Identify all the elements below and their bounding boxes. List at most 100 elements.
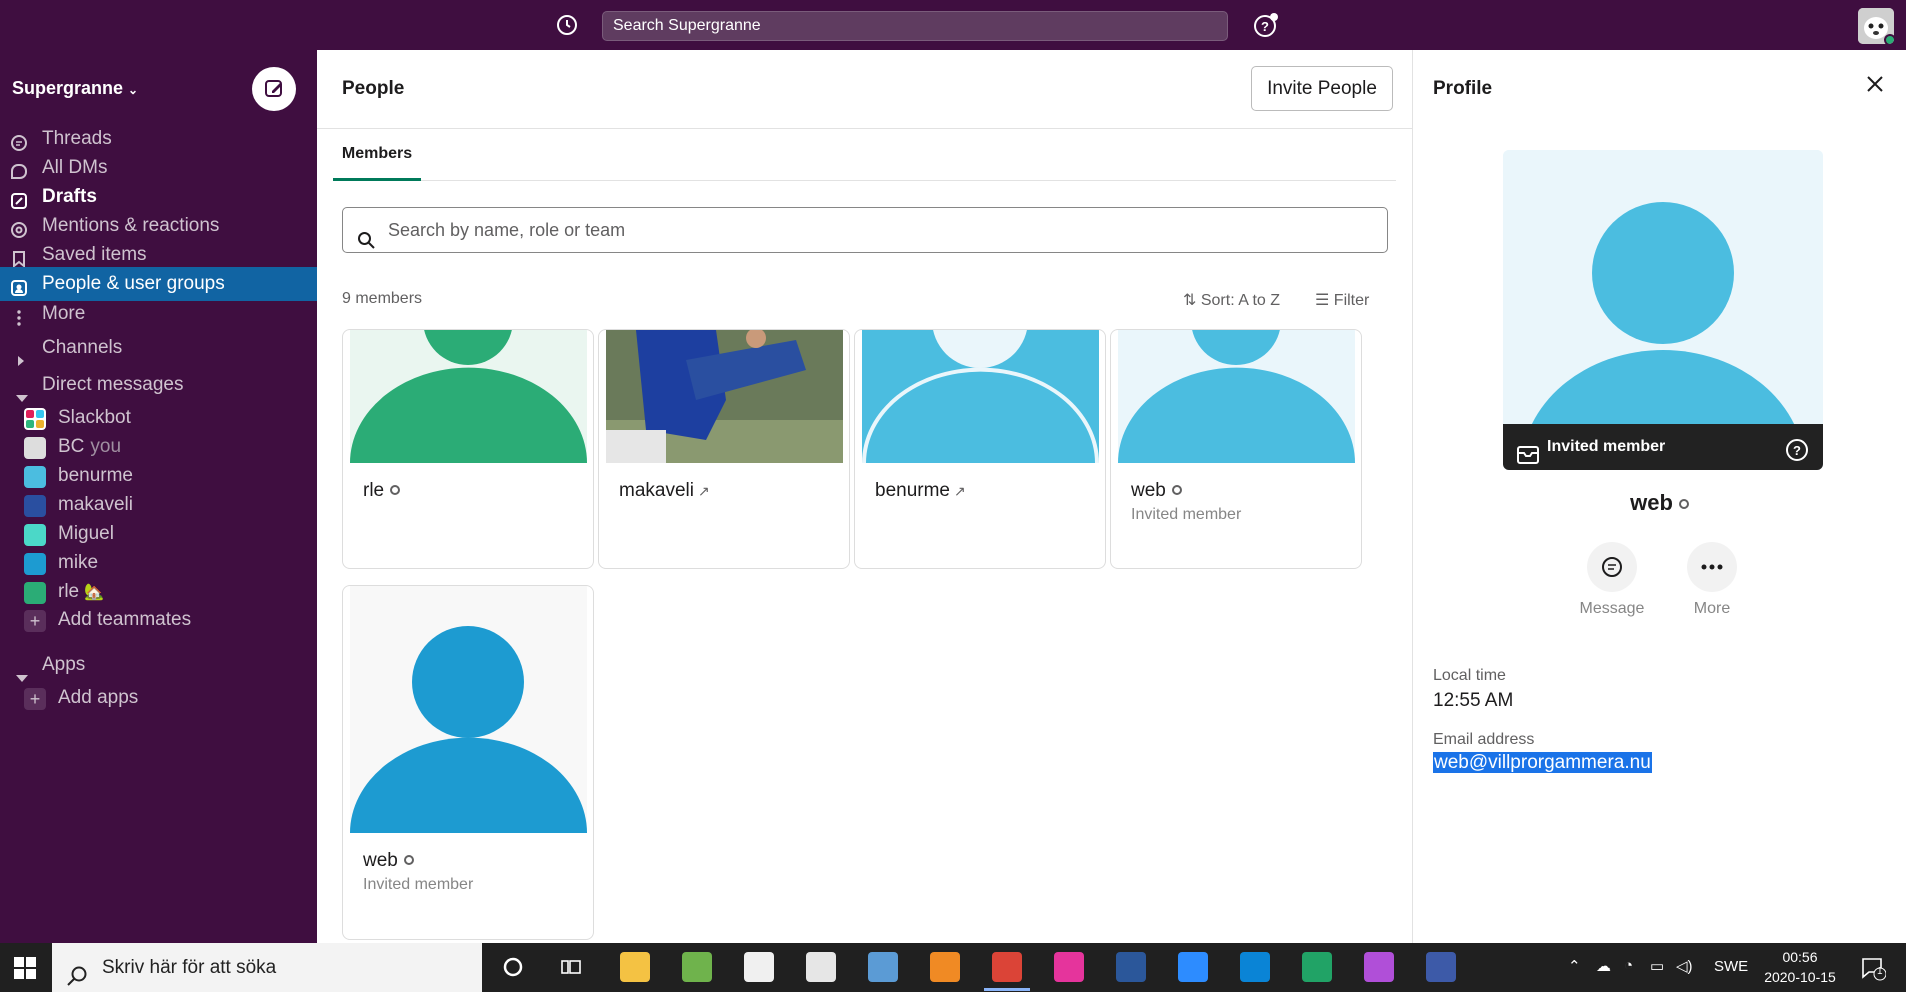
battery-icon[interactable]: ▭ <box>1650 957 1664 975</box>
edge-icon[interactable] <box>1240 952 1270 982</box>
member-search-input[interactable]: Search by name, role or team <box>342 207 1388 253</box>
history-icon[interactable] <box>555 13 579 42</box>
zoom-icon[interactable] <box>1178 952 1208 982</box>
app-icon-5[interactable] <box>1426 952 1456 982</box>
message-label: Message <box>1579 600 1645 617</box>
member-avatar-image <box>606 330 843 463</box>
profile-panel: Profile Invited member ? web Message Mor… <box>1413 50 1906 943</box>
sidebar-item-people[interactable]: People & user groups <box>0 267 317 301</box>
app-icon-1[interactable] <box>682 952 712 982</box>
member-avatar-image <box>350 330 587 463</box>
invite-people-button[interactable]: Invite People <box>1251 66 1393 111</box>
member-avatar-image <box>1118 330 1355 463</box>
file-explorer-icon[interactable] <box>620 952 650 982</box>
cortana-icon[interactable] <box>498 952 528 982</box>
workspace-name[interactable]: Supergranne ⌄ <box>12 78 138 99</box>
member-name: benurme ↗ <box>875 480 966 501</box>
language-indicator[interactable]: SWE <box>1714 958 1748 975</box>
member-card[interactable]: makaveli ↗ <box>598 329 850 569</box>
taskbar-search-input[interactable]: Skriv här för att söka <box>52 943 482 992</box>
dms-section-toggle[interactable]: Direct messages <box>0 368 317 402</box>
external-link-icon: ↗ <box>697 483 710 499</box>
plus-icon: + <box>24 610 46 632</box>
member-name: rle <box>363 480 401 502</box>
away-status-icon <box>1678 499 1689 509</box>
notification-icon[interactable]: 1 <box>1860 955 1887 986</box>
search-icon <box>66 957 88 1006</box>
volume-icon[interactable]: ◁) <box>1676 957 1693 975</box>
excel-icon[interactable] <box>1302 952 1332 982</box>
email-label: Email address <box>1433 731 1535 748</box>
slackbot-avatar <box>24 408 46 430</box>
makaveli-avatar <box>24 495 46 517</box>
wamp-icon[interactable] <box>1054 952 1084 982</box>
local-time-value: 12:55 AM <box>1433 690 1514 711</box>
away-status-icon <box>390 485 401 495</box>
windows-start-button[interactable] <box>0 943 52 992</box>
online-status-dot <box>1884 34 1894 44</box>
member-card[interactable]: web Invited member <box>1110 329 1362 569</box>
add-apps-button[interactable]: + Add apps <box>0 681 317 715</box>
onedrive-icon[interactable]: ☁ <box>1596 957 1611 975</box>
rle-avatar <box>24 582 46 604</box>
windows-taskbar: Skriv här för att söka ⌃ ☁ ◔ ▭ ◁) SWE 00… <box>0 943 1906 992</box>
external-link-icon: ↗ <box>954 483 966 499</box>
local-time-label: Local time <box>1433 667 1506 684</box>
app-icon-2[interactable] <box>806 952 836 982</box>
close-icon[interactable] <box>1865 74 1885 99</box>
invited-member-badge: Invited member ? <box>1503 424 1823 470</box>
benurme-avatar <box>24 466 46 488</box>
filter-button[interactable]: ☰ Filter <box>1315 290 1369 310</box>
notepad-icon[interactable] <box>744 952 774 982</box>
member-subtitle: Invited member <box>363 876 474 893</box>
mail-icon <box>1517 437 1539 470</box>
sublime-text-icon[interactable] <box>930 952 960 982</box>
top-bar: Search Supergranne ? <box>0 0 1906 50</box>
tab-bar: Members <box>333 129 1396 181</box>
more-button[interactable] <box>1687 542 1737 592</box>
member-card[interactable]: benurme ↗ <box>854 329 1106 569</box>
word-icon[interactable] <box>1116 952 1146 982</box>
tab-members[interactable]: Members <box>333 129 421 181</box>
task-view-icon[interactable] <box>556 952 586 982</box>
filter-icon: ☰ <box>1315 292 1330 309</box>
page-title: People <box>342 78 405 99</box>
taskbar-clock[interactable]: 00:56 2020-10-15 <box>1752 947 1848 987</box>
email-link[interactable]: web@villprorgammera.nu <box>1433 752 1652 773</box>
away-status-icon <box>1171 485 1182 495</box>
member-card[interactable]: rle <box>342 329 594 569</box>
sidebar-item-more[interactable]: More <box>0 297 317 331</box>
chrome-icon[interactable] <box>984 952 1030 991</box>
help-icon[interactable]: ? <box>1252 12 1280 45</box>
wifi-icon[interactable]: ◔ <box>1624 957 1633 974</box>
compose-button[interactable] <box>252 67 296 111</box>
member-card[interactable]: web Invited member <box>342 585 594 940</box>
apps-section-toggle[interactable]: Apps <box>0 648 317 682</box>
profile-title: Profile <box>1433 78 1493 99</box>
member-count: 9 members <box>342 290 423 307</box>
workspace-search-input[interactable]: Search Supergranne <box>602 11 1228 41</box>
miguel-avatar <box>24 524 46 546</box>
channels-section-toggle[interactable]: Channels <box>0 331 317 366</box>
more-label: More <box>1693 600 1731 617</box>
chevron-up-icon[interactable]: ⌃ <box>1568 957 1581 975</box>
member-name: web <box>1131 480 1182 502</box>
app-icon-3[interactable] <box>868 952 898 982</box>
member-subtitle: Invited member <box>1131 506 1242 523</box>
member-avatar-image <box>862 330 1099 463</box>
profile-avatar: Invited member ? <box>1503 150 1823 470</box>
help-icon[interactable]: ? <box>1785 435 1809 470</box>
app-icon-4[interactable] <box>1364 952 1394 982</box>
member-avatar-image <box>350 586 587 833</box>
message-button[interactable] <box>1587 542 1637 592</box>
mike-avatar <box>24 553 46 575</box>
svg-text:?: ? <box>1793 443 1801 458</box>
add-teammates-button[interactable]: + Add teammates <box>0 603 317 637</box>
member-name: makaveli ↗ <box>619 480 710 501</box>
profile-name: web <box>1413 490 1906 516</box>
plus-icon: + <box>24 688 46 710</box>
user-avatar[interactable] <box>1858 8 1894 44</box>
sort-button[interactable]: ⇅ Sort: A to Z <box>1183 290 1280 310</box>
people-panel: People Invite People Members Search by n… <box>317 50 1413 943</box>
sort-icon: ⇅ <box>1183 292 1197 309</box>
